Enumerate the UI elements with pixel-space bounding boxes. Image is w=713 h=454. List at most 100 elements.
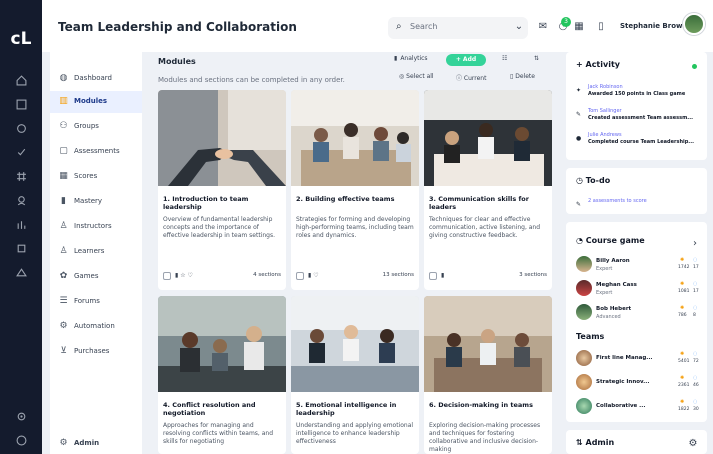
scores-rail-icon[interactable] [13, 168, 29, 184]
admin-panel: ⇅ Admin ⚙ [566, 430, 707, 454]
sidebar-item-groups[interactable]: ⚇ Groups [50, 116, 142, 138]
mastery-rail-icon[interactable] [13, 192, 29, 208]
course-game-title-text: Course game [585, 236, 645, 245]
home-icon[interactable] [13, 72, 29, 88]
module-title: 5. Emotional intelligence in leadership [296, 401, 397, 417]
sidebar-item-label: Assessments [74, 147, 120, 155]
sidebar-item-scores[interactable]: ▦ Scores [50, 166, 142, 188]
module-title: 2. Building effective teams [296, 195, 395, 203]
app-logo[interactable]: cL [8, 26, 34, 52]
module-stats-icons: ▮ ♡ [308, 272, 319, 279]
forums-icon: ☰ [59, 296, 68, 306]
module-image [158, 90, 286, 186]
module-card[interactable]: 3. Communication skills for leaders Tech… [424, 90, 552, 290]
settings-icon[interactable]: ⚙ [686, 436, 700, 450]
chevron-down-icon[interactable]: ⌄ [512, 19, 526, 33]
moon-icon: ◌ [693, 375, 698, 381]
select-all-button[interactable]: ◎ Select all [399, 73, 434, 80]
calendar-icon[interactable]: ▦ [572, 19, 586, 33]
instructors-rail-icon[interactable] [13, 216, 29, 232]
module-card[interactable]: 5. Emotional intelligence in leadership … [291, 296, 419, 454]
sidebar-item-instructors[interactable]: ♙ Instructors [50, 216, 142, 238]
sidebar-item-purchases[interactable]: ⊻ Purchases [50, 341, 142, 363]
assessments-rail-icon[interactable] [13, 144, 29, 160]
icon-rail: cL [0, 0, 42, 454]
sidebar-item-label: Purchases [74, 347, 110, 355]
sidebar-item-dashboard[interactable]: ◍ Dashboard [50, 68, 142, 90]
player-level: Advanced [596, 314, 621, 320]
team-avatar [576, 350, 592, 366]
search-input[interactable]: ⌕ Search [388, 17, 528, 39]
status-dot [692, 64, 697, 69]
course-game-panel: ◔ Course game › Billy Aaron Expert ✺ ◌ 17… [566, 222, 707, 422]
mastery-icon: ▮ [61, 196, 66, 206]
activity-title: + Activity [576, 60, 620, 69]
games-rail-icon[interactable] [13, 264, 29, 280]
module-card[interactable]: 4. Conflict resolution and negotiation A… [158, 296, 286, 454]
team-count: 30 [693, 407, 699, 412]
groups-rail-icon[interactable] [13, 120, 29, 136]
modules-rail-icon[interactable] [13, 96, 29, 112]
team-row[interactable]: First line Manag... ✺ ◌ 5401 72 [576, 350, 701, 370]
document-icon[interactable]: ▯ [594, 19, 608, 33]
sidebar-item-automation[interactable]: ⚙ Automation [50, 316, 142, 338]
search-icon: ⌕ [396, 21, 402, 32]
team-count: 46 [693, 383, 699, 388]
filter-icon[interactable]: ⇅ [534, 55, 539, 62]
user-name[interactable]: Stephanie Brown [620, 22, 687, 30]
learners-rail-icon[interactable] [13, 240, 29, 256]
sun-icon: ✺ [680, 257, 685, 263]
sidebar-item-games[interactable]: ✿ Games [50, 266, 142, 288]
module-stats-icons: ▮ ☆ ♡ [175, 272, 193, 279]
player-level: Expert [596, 266, 613, 272]
sidebar-item-assessments[interactable]: ▢ Assessments [50, 141, 142, 163]
todo-title-text: To-do [585, 176, 611, 185]
add-button[interactable]: + Add [446, 54, 486, 66]
chevron-right-icon[interactable]: › [688, 236, 702, 250]
admin-title: ⇅ Admin [576, 438, 615, 447]
settings-icon[interactable] [13, 408, 29, 424]
module-card[interactable]: 1. Introduction to team leadership Overv… [158, 90, 286, 290]
sidebar-item-modules[interactable]: ▥ Modules [50, 91, 142, 113]
analytics-icon: ▮ [394, 55, 398, 62]
leaderboard-row[interactable]: Bob Hebert Advanced ✺ ◌ 786 8 [576, 304, 701, 324]
sidebar-item-forums[interactable]: ☰ Forums [50, 291, 142, 313]
player-level: Expert [596, 290, 613, 296]
analytics-label: Analytics [400, 55, 428, 62]
sun-icon: ✺ [680, 351, 685, 357]
module-image [291, 90, 419, 186]
assessments-icon: ▢ [59, 146, 68, 156]
avatar [576, 256, 592, 272]
activity-text: Completed course Team Leadership... [588, 139, 695, 145]
moon-icon: ◌ [693, 257, 698, 263]
modules-title: Modules [158, 57, 196, 66]
leaderboard-row[interactable]: Meghan Cass Expert ✺ ◌ 1081 17 [576, 280, 701, 300]
team-row[interactable]: Collaborative ... ✺ ◌ 1822 30 [576, 398, 701, 418]
team-row[interactable]: Strategic Innov... ✺ ◌ 2361 46 [576, 374, 701, 394]
module-checkbox[interactable] [429, 272, 437, 280]
mail-icon[interactable]: ✉ [536, 19, 550, 33]
leaderboard-row[interactable]: Billy Aaron Expert ✺ ◌ 1742 17 [576, 256, 701, 276]
sidebar-item-admin[interactable]: ⚙ Admin [50, 433, 142, 454]
moon-icon: ◌ [693, 305, 698, 311]
module-card[interactable]: 2. Building effective teams Strategies f… [291, 90, 419, 290]
module-description: Approaches for managing and resolving co… [163, 422, 274, 445]
list-view-icon[interactable]: ☷ [502, 55, 507, 62]
module-checkbox[interactable] [163, 272, 171, 280]
sidebar-item-label: Games [74, 272, 99, 280]
analytics-button[interactable]: ▮ Analytics [394, 55, 428, 62]
help-icon[interactable] [13, 432, 29, 448]
current-button[interactable]: ⓘ Current [456, 73, 486, 82]
sidebar-item-learners[interactable]: ♙ Learners [50, 241, 142, 263]
module-sections: 4 sections [253, 272, 281, 278]
todo-text: 2 assessments to score [588, 198, 647, 204]
team-avatar [576, 374, 592, 390]
module-card[interactable]: 6. Decision-making in teams Exploring de… [424, 296, 552, 454]
sun-icon: ✺ [680, 305, 685, 311]
sidebar-item-mastery[interactable]: ▮ Mastery [50, 191, 142, 213]
todo-panel: ◷ To-do ✎ 2 assessments to score [566, 168, 707, 214]
team-score: 1822 [678, 407, 690, 412]
user-avatar[interactable] [683, 13, 705, 35]
delete-button[interactable]: ▯ Delete [510, 73, 535, 80]
module-checkbox[interactable] [296, 272, 304, 280]
